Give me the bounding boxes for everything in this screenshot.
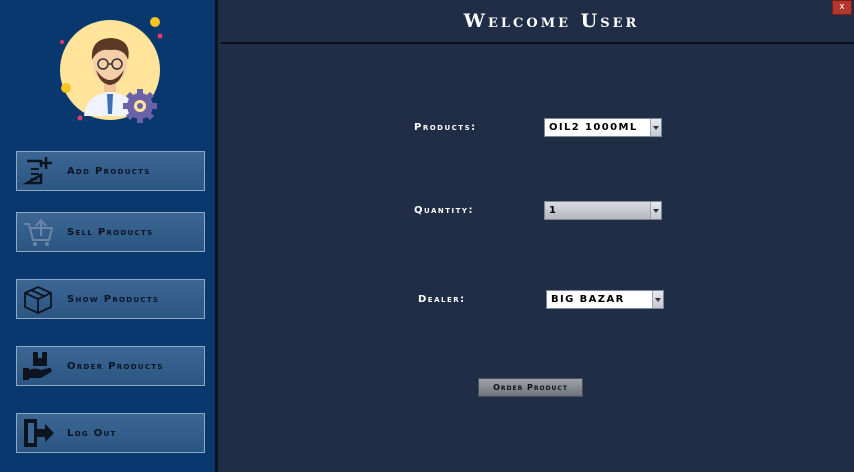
dealer-select-value: BIG BAZAR (551, 294, 625, 305)
sidebar: Add Products Sell Products Show Products… (0, 0, 218, 472)
quantity-label: Quantity: (414, 205, 474, 216)
chevron-down-icon (650, 202, 661, 219)
dealer-label: Dealer: (418, 294, 466, 305)
show-products-label: Show Products (67, 294, 160, 305)
page-title: Welcome User (463, 10, 640, 32)
add-products-label: Add Products (67, 166, 151, 177)
log-out-label: Log Out (67, 428, 117, 439)
log-out-button[interactable]: Log Out (16, 413, 205, 453)
logout-door-icon (24, 419, 54, 447)
products-select-value: OIL2 1000ML (549, 122, 638, 133)
dealer-select[interactable]: BIG BAZAR (546, 290, 664, 309)
header: Welcome User (221, 0, 854, 44)
hand-package-icon (23, 352, 52, 380)
add-products-button[interactable]: Add Products (16, 151, 205, 191)
sell-products-label: Sell Products (67, 227, 154, 238)
box-icon (24, 286, 52, 314)
products-label: Products: (414, 122, 477, 133)
cart-upload-icon (24, 218, 54, 246)
quantity-select[interactable]: 1 (544, 201, 662, 220)
chevron-down-icon (650, 119, 661, 136)
close-button[interactable]: x (832, 0, 852, 15)
chevron-down-icon (652, 291, 663, 308)
order-products-label: Order Products (67, 361, 164, 372)
add-document-icon (22, 157, 52, 185)
show-products-button[interactable]: Show Products (16, 279, 205, 319)
user-avatar (60, 17, 163, 123)
order-products-button[interactable]: Order Products (16, 346, 205, 386)
products-select[interactable]: OIL2 1000ML (544, 118, 662, 137)
sell-products-button[interactable]: Sell Products (16, 212, 205, 252)
order-product-button[interactable]: Order Product (478, 378, 583, 397)
quantity-select-value: 1 (549, 205, 558, 216)
